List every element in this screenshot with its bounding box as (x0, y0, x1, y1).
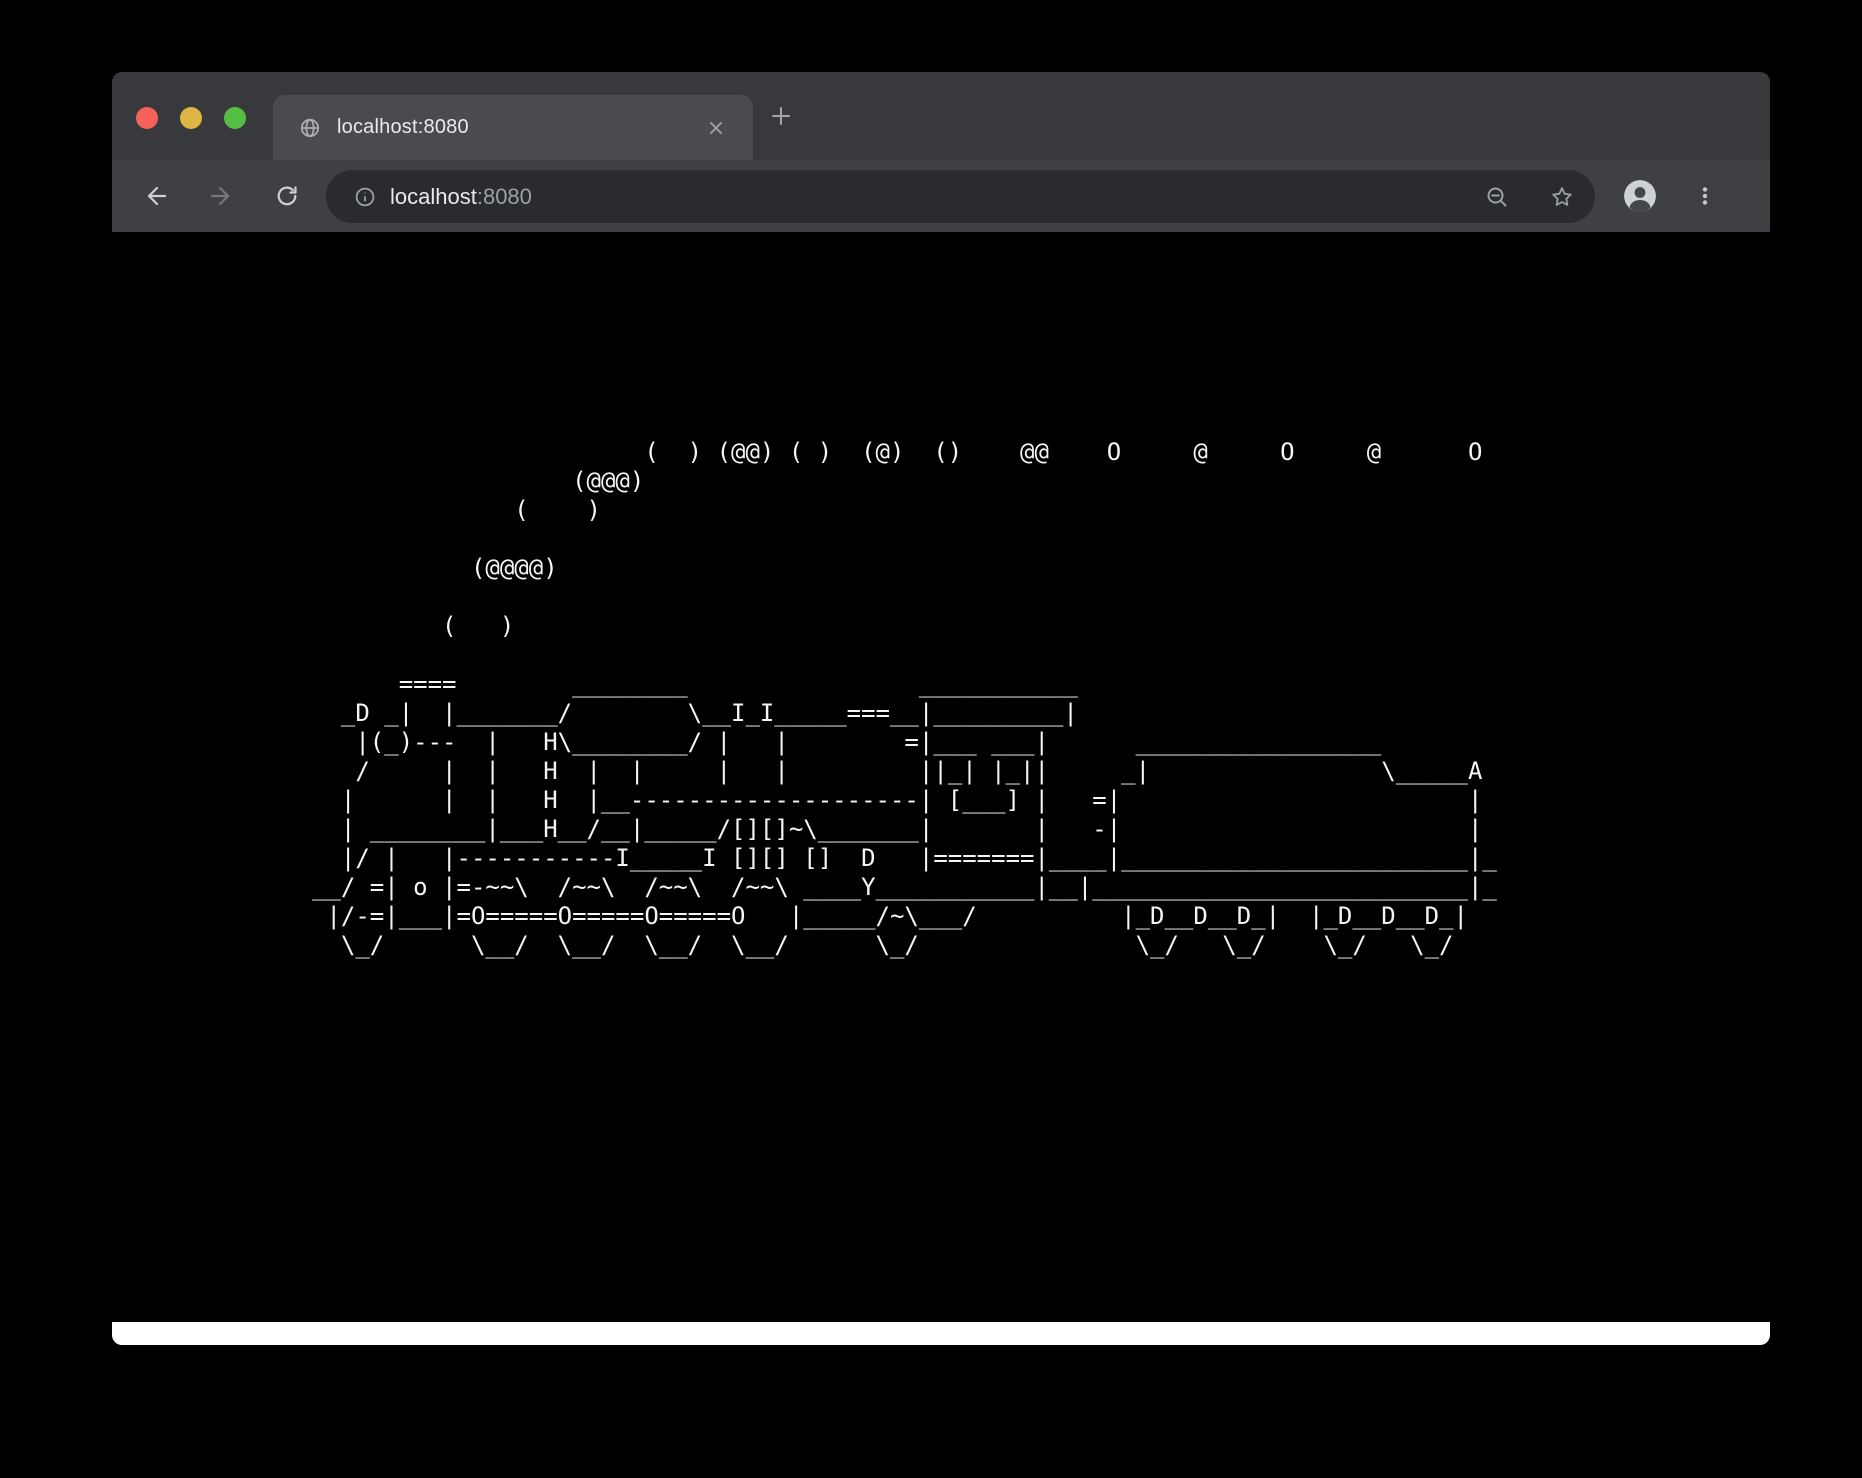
avatar-icon[interactable] (1624, 180, 1656, 212)
address-bar[interactable]: localhost:8080 (326, 170, 1595, 223)
url-text: localhost:8080 (390, 170, 532, 223)
traffic-lights (136, 107, 246, 129)
url-port: :8080 (477, 184, 532, 209)
back-button[interactable] (143, 183, 169, 209)
tab-title: localhost:8080 (337, 95, 469, 160)
close-button[interactable] (136, 107, 158, 129)
bookmark-star-icon[interactable] (1550, 185, 1574, 209)
tab-strip: localhost:8080 (112, 72, 1770, 160)
browser-tab[interactable]: localhost:8080 (273, 95, 753, 160)
globe-icon (299, 117, 321, 139)
url-host: localhost (390, 184, 477, 209)
browser-window: localhost:8080 (112, 72, 1770, 1345)
zoom-button[interactable] (224, 107, 246, 129)
reload-icon (274, 183, 300, 209)
ascii-art-train: ( ) (@@) ( ) (@) () @@ O @ O @ O (@@@) (… (312, 438, 1497, 960)
reload-button[interactable] (274, 183, 300, 209)
forward-arrow-icon (208, 183, 234, 209)
info-icon[interactable] (354, 186, 376, 208)
navigation-toolbar: localhost:8080 (112, 160, 1770, 232)
window-bottom-strip (112, 1322, 1770, 1345)
terminal-screen: ( ) (@@) ( ) (@) () @@ O @ O @ O (@@@) (… (112, 232, 1770, 1322)
tab-close-icon[interactable] (708, 120, 724, 136)
new-tab-button[interactable] (769, 104, 793, 128)
forward-button[interactable] (208, 183, 234, 209)
zoom-out-icon[interactable] (1485, 185, 1509, 209)
minimize-button[interactable] (180, 107, 202, 129)
kebab-menu-icon[interactable] (1693, 184, 1717, 208)
back-arrow-icon (143, 183, 169, 209)
